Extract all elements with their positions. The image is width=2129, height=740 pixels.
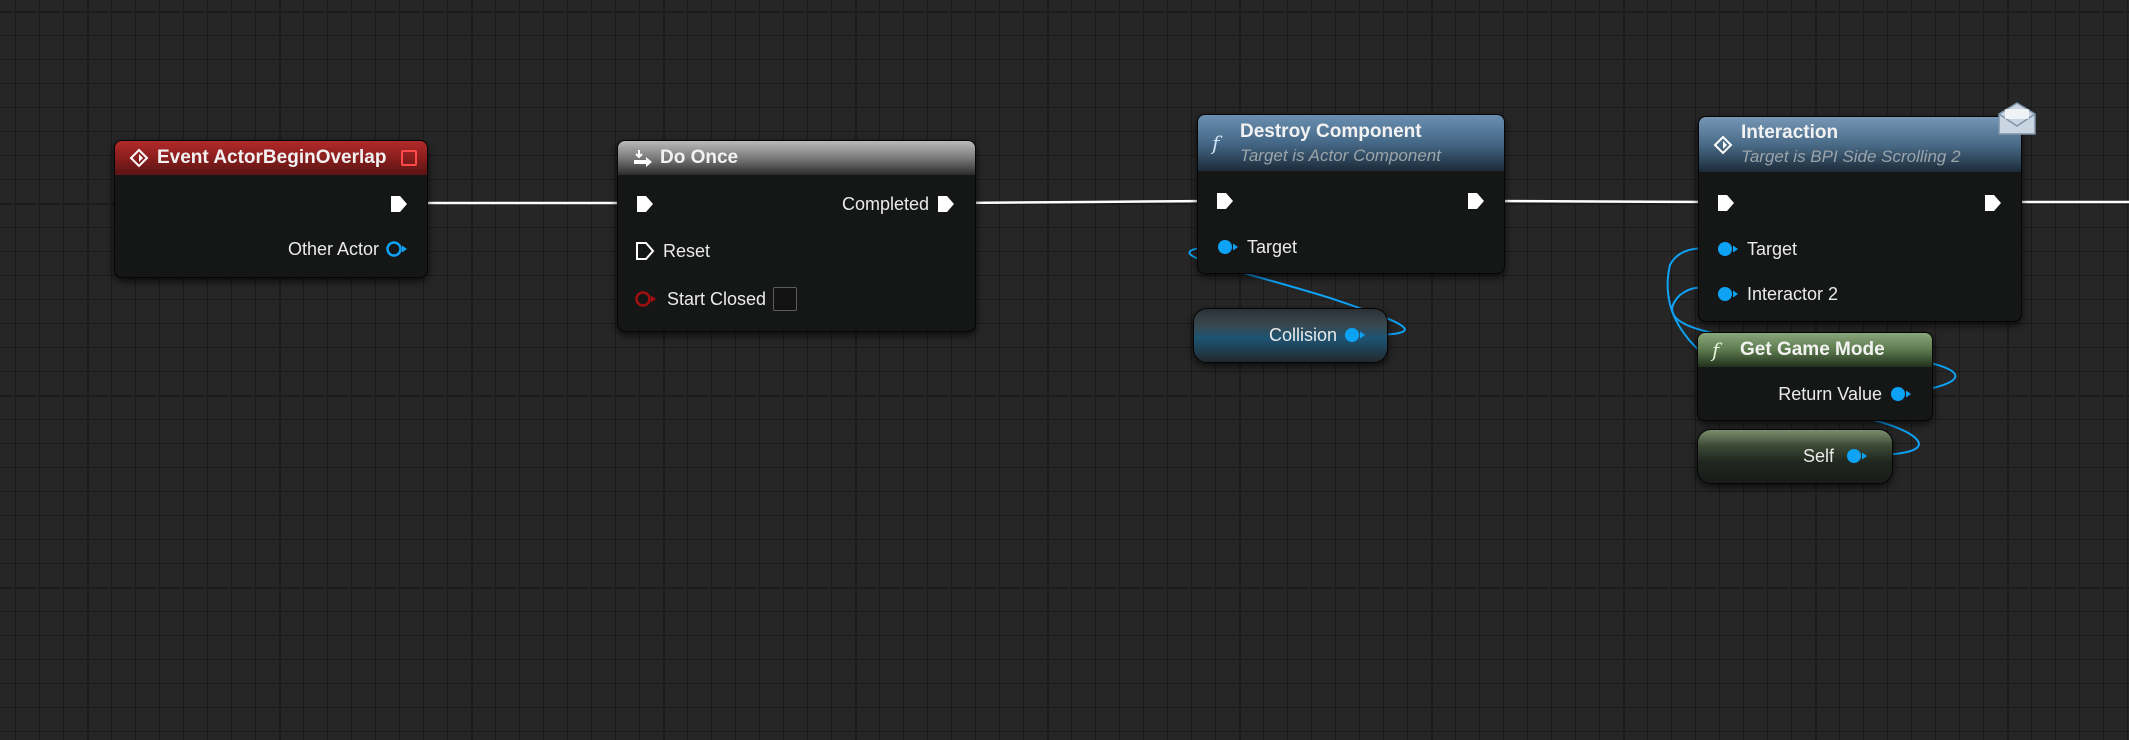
- function-f-icon: f: [1712, 338, 1720, 362]
- variable-label-collision: Collision: [1268, 325, 1337, 345]
- other-actor-pin[interactable]: [386, 241, 408, 257]
- pin-label-target: Target: [1747, 239, 1798, 259]
- start-closed-checkbox[interactable]: [773, 287, 797, 311]
- node-title: Do Once: [660, 147, 739, 168]
- node-subtitle: Target is Actor Component: [1240, 145, 1441, 165]
- pin-label-target: Target: [1247, 237, 1298, 257]
- node-title: Event ActorBeginOverlap: [157, 147, 387, 168]
- node-title: Interaction: [1741, 122, 1839, 143]
- interactor-pin[interactable]: [1717, 286, 1739, 302]
- self-reference-node[interactable]: Self: [1697, 429, 1893, 484]
- target-pin[interactable]: [1717, 241, 1739, 257]
- reset-exec-pin[interactable]: [635, 241, 655, 261]
- node-header: Event ActorBeginOverlap: [115, 141, 427, 175]
- interface-diamond-icon: [1713, 135, 1733, 155]
- start-closed-pin[interactable]: [635, 291, 657, 307]
- destroy-component-node[interactable]: f Destroy Component Target is Actor Comp…: [1197, 114, 1505, 274]
- completed-exec-pin[interactable]: [936, 194, 956, 214]
- do-once-node[interactable]: Do Once Completed Reset Start Closed: [617, 140, 976, 332]
- pin-label-completed: Completed: [841, 194, 929, 214]
- node-title: Destroy Component: [1240, 120, 1422, 142]
- exec-out-pin[interactable]: [1983, 193, 2003, 213]
- node-header: Interaction Target is BPI Side Scrolling…: [1699, 117, 2021, 172]
- pin-label-interactor: Interactor 2: [1747, 284, 1839, 304]
- pin-label-reset: Reset: [663, 241, 711, 261]
- exec-out-pin[interactable]: [389, 194, 409, 214]
- interface-message-icon: [1998, 102, 2036, 135]
- exec-out-pin[interactable]: [1466, 191, 1486, 211]
- collision-variable-node[interactable]: Collision: [1193, 308, 1388, 363]
- node-subtitle: Target is BPI Side Scrolling 2: [1741, 147, 1961, 166]
- exec-wire-destroy-to-interaction[interactable]: [1481, 199, 1719, 204]
- node-header: Do Once: [618, 141, 975, 175]
- event-diamond-icon: [129, 148, 149, 168]
- exec-in-pin[interactable]: [1716, 193, 1736, 213]
- self-output-pin[interactable]: [1846, 448, 1868, 464]
- get-game-mode-node[interactable]: f Get Game Mode Return Value: [1697, 332, 1933, 421]
- node-header: f Get Game Mode: [1698, 333, 1932, 367]
- target-pin[interactable]: [1217, 239, 1239, 255]
- delegate-square-icon[interactable]: [401, 150, 417, 166]
- return-value-pin[interactable]: [1890, 386, 1912, 402]
- node-title: Get Game Mode: [1740, 339, 1885, 360]
- node-header: f Destroy Component Target is Actor Comp…: [1198, 115, 1504, 171]
- macro-arrow-icon: [632, 148, 654, 168]
- collision-output-pin[interactable]: [1344, 327, 1366, 343]
- exec-in-pin[interactable]: [635, 194, 655, 214]
- pin-label-start-closed: Start Closed: [667, 289, 767, 309]
- pin-label-return-value: Return Value: [1778, 384, 1882, 404]
- function-f-icon: f: [1212, 131, 1220, 155]
- exec-in-pin[interactable]: [1215, 191, 1235, 211]
- pin-label-other-actor: Other Actor: [287, 239, 379, 259]
- exec-wire-doonce-to-destroy[interactable]: [954, 199, 1215, 205]
- interaction-node[interactable]: Interaction Target is BPI Side Scrolling…: [1698, 116, 2022, 322]
- self-label: Self: [1802, 446, 1834, 466]
- event-actor-begin-overlap-node[interactable]: Event ActorBeginOverlap Other Actor: [114, 140, 428, 278]
